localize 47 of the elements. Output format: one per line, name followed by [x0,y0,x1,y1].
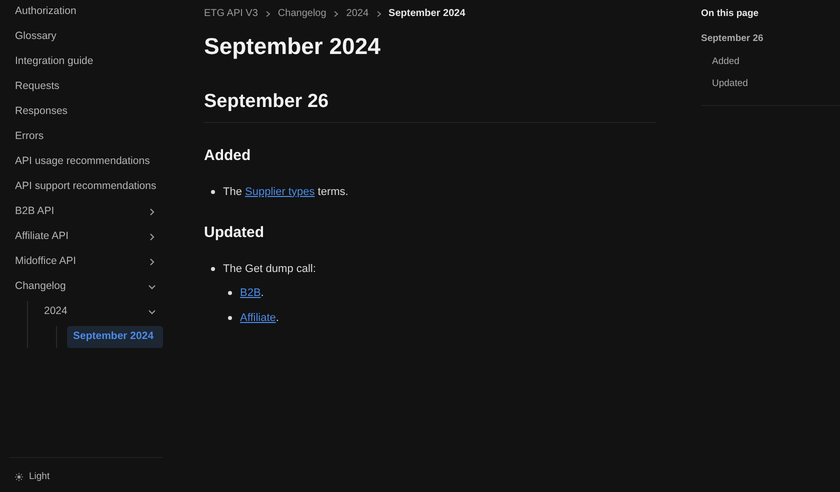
toc-link[interactable]: Added [712,54,840,69]
sidebar-item[interactable]: Authorization [9,1,163,23]
toc-link[interactable]: September 26 [701,32,840,46]
subsection-heading: Updated [204,223,265,243]
sidebar-item[interactable]: Responses [9,101,163,123]
list-text: The Get dump call: [223,262,316,276]
list-text: The Supplier types terms. [223,184,348,200]
sun-icon [15,472,23,481]
page-title: September 2024 [204,32,382,61]
sidebar-item[interactable]: Affiliate API [9,226,163,248]
link[interactable]: Affiliate [240,312,276,324]
bullet-icon [211,190,215,194]
chevron-right-icon [374,10,383,18]
toc-title: On this page [701,7,760,21]
bullet-icon [228,316,232,320]
list-text: B2B. [240,286,264,301]
section-heading: September 26 [204,88,656,123]
theme-toggle[interactable]: Light [9,456,163,484]
chevron-right-icon [332,10,340,18]
list-text: Affiliate. [240,310,279,326]
sidebar-item[interactable]: Requests [9,76,163,98]
sidebar-item[interactable]: 2024 [38,301,163,323]
subsection-heading: Added [204,146,252,166]
link[interactable]: Supplier types [245,186,315,198]
sidebar-item[interactable]: B2B API [9,201,163,223]
toc-link[interactable]: Updated [712,76,840,91]
sidebar-item[interactable]: Errors [9,126,163,148]
sidebar-item[interactable]: Integration guide [9,51,163,73]
sidebar-item[interactable]: Midoffice API [9,251,163,273]
chevron-right-icon [147,232,157,242]
chevron-down-icon [147,282,157,292]
link[interactable]: B2B [240,287,261,299]
sidebar-item[interactable]: API usage recommendations [9,151,163,173]
sidebar-item[interactable]: Changelog [9,276,163,298]
bullet-icon [228,291,232,296]
sidebar-item[interactable]: API support recommendations [9,176,163,198]
chevron-down-icon [147,307,157,317]
chevron-right-icon [147,207,157,217]
breadcrumb: September 2024 [388,7,466,21]
bullet-icon [211,266,215,271]
chevron-right-icon [147,257,157,267]
chevron-right-icon [264,10,272,18]
breadcrumb[interactable]: Changelog [278,6,326,21]
sidebar-item[interactable]: September 2024 [67,326,163,348]
breadcrumb[interactable]: 2024 [346,6,369,21]
sidebar-item[interactable]: Glossary [9,26,163,48]
breadcrumb[interactable]: ETG API V3 [204,6,258,21]
